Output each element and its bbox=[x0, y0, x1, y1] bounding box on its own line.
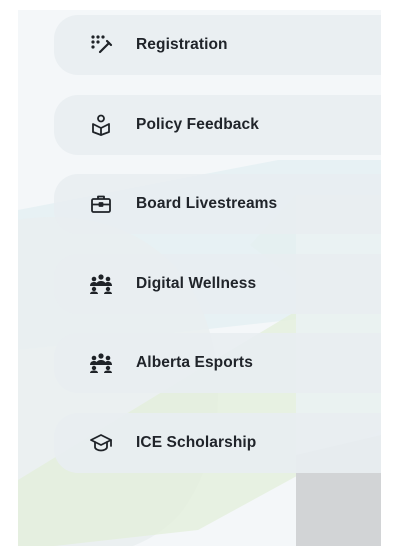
menu-item-digital-wellness[interactable]: Digital Wellness bbox=[54, 253, 381, 314]
menu-panel: Registration Policy Feedback Board Lives… bbox=[18, 10, 381, 546]
menu-item-registration[interactable]: Registration bbox=[54, 15, 381, 75]
menu-item-label: Registration bbox=[136, 36, 228, 53]
menu-item-label: Digital Wellness bbox=[136, 274, 257, 292]
menu-item-ice-scholarship[interactable]: ICE Scholarship bbox=[54, 412, 381, 473]
menu-item-label: ICE Scholarship bbox=[136, 433, 257, 451]
menu-item-label: Policy Feedback bbox=[136, 115, 259, 133]
graduation-cap-icon bbox=[88, 430, 114, 456]
people-group-icon bbox=[88, 271, 114, 297]
menu-item-board-livestreams[interactable]: Board Livestreams bbox=[54, 174, 381, 234]
menu-item-policy-feedback[interactable]: Policy Feedback bbox=[54, 94, 381, 155]
quick-links-menu: Registration Policy Feedback Board Lives… bbox=[54, 15, 381, 492]
people-group-icon bbox=[88, 350, 114, 376]
briefcase-icon bbox=[88, 191, 114, 217]
dots-pen-icon bbox=[88, 32, 114, 58]
menu-item-alberta-esports[interactable]: Alberta Esports bbox=[54, 333, 381, 393]
menu-item-label: Alberta Esports bbox=[136, 354, 253, 371]
hand-heart-icon bbox=[88, 112, 114, 138]
menu-item-label: Board Livestreams bbox=[136, 195, 278, 212]
